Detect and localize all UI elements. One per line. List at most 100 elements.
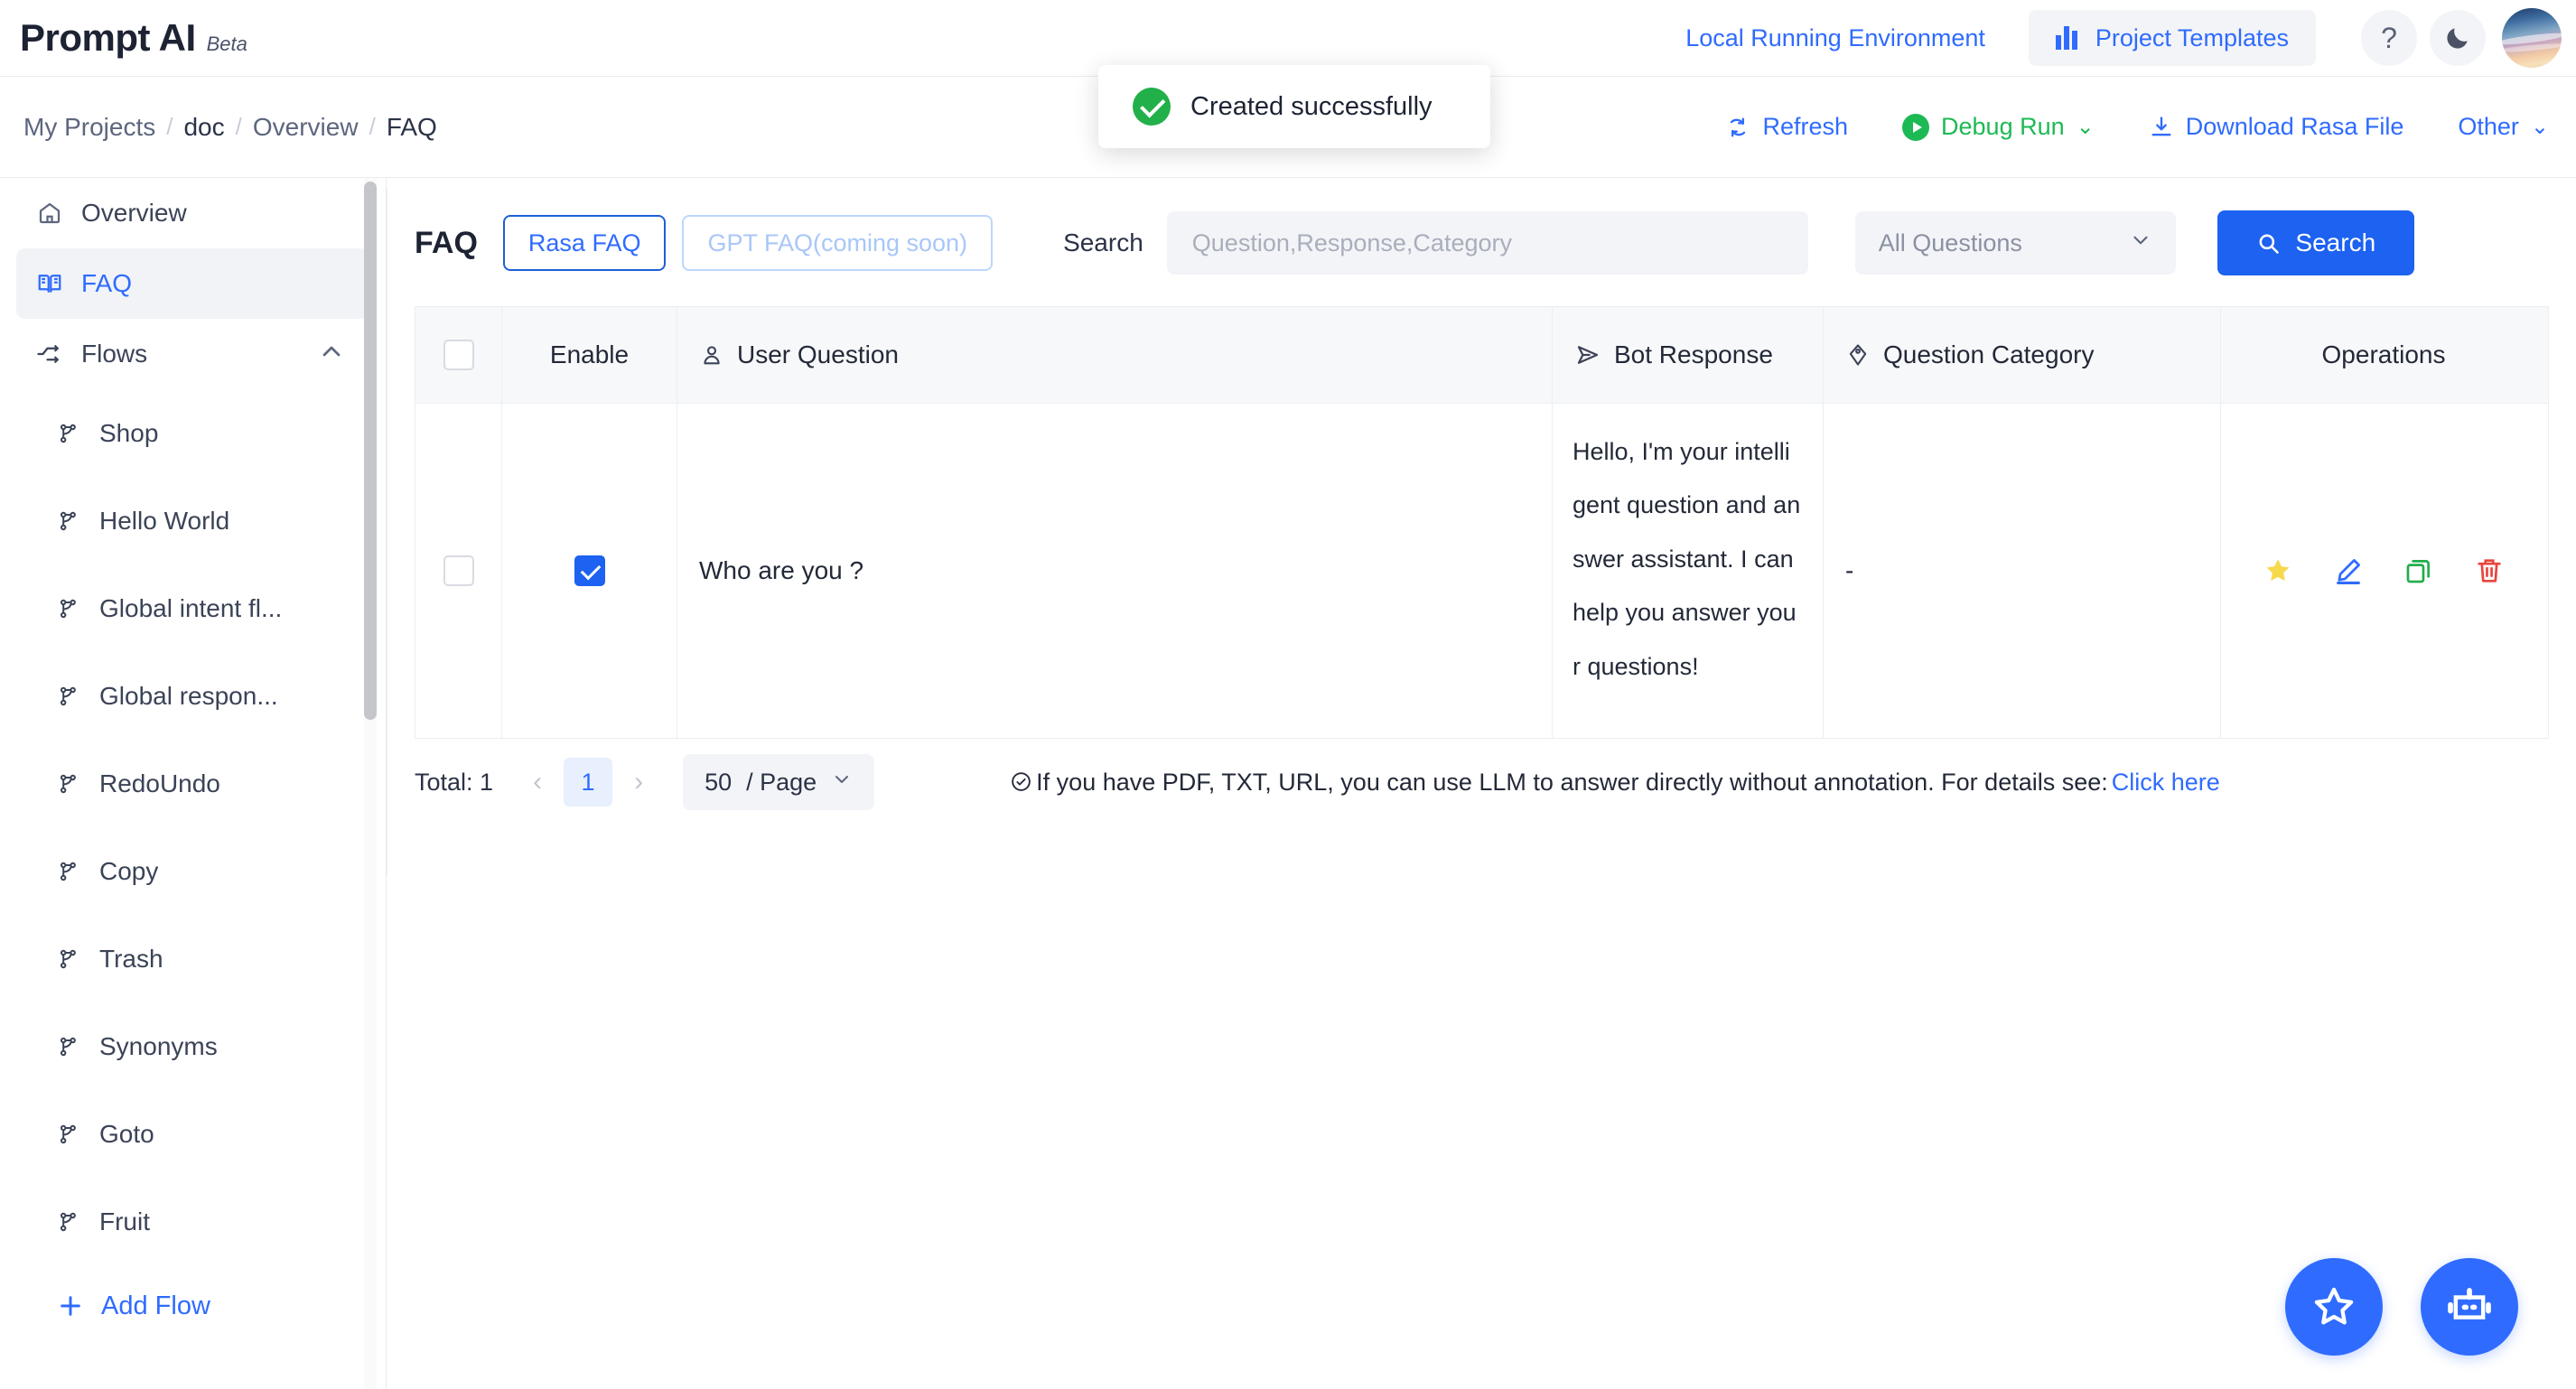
refresh-label: Refresh bbox=[1762, 113, 1849, 140]
prev-page-button[interactable]: ‹ bbox=[517, 761, 558, 803]
sidebar-flow-item[interactable]: Goto bbox=[0, 1090, 386, 1178]
chevron-down-icon: ⌄ bbox=[2076, 114, 2095, 139]
project-templates-button[interactable]: Project Templates bbox=[2028, 10, 2316, 66]
faq-panel: FAQ Rasa FAQ GPT FAQ(coming soon) Search… bbox=[387, 189, 2576, 875]
user-icon bbox=[704, 346, 720, 365]
git-branch-icon bbox=[60, 511, 76, 530]
brand-beta-tag: Beta bbox=[206, 33, 247, 55]
delete-operation-button[interactable] bbox=[2474, 555, 2505, 586]
git-branch-icon bbox=[60, 1124, 76, 1143]
breadcrumb-separator: / bbox=[235, 113, 242, 140]
table-head: Enable User Question Bot Response Questi… bbox=[415, 307, 2548, 404]
sidebar-flow-label: Fruit bbox=[99, 1207, 150, 1235]
breadcrumb: My Projects / doc / Overview / FAQ bbox=[13, 113, 448, 142]
sidebar-scrollbar-thumb[interactable] bbox=[364, 182, 377, 720]
moon-icon bbox=[2447, 28, 2468, 49]
sidebar-flow-item[interactable]: Fruit bbox=[0, 1178, 386, 1265]
copy-operation-button[interactable] bbox=[2403, 555, 2434, 586]
chevron-up-icon[interactable] bbox=[317, 337, 346, 372]
page-toolbar: Refresh Debug Run ⌄ Download Rasa File O… bbox=[1671, 113, 2549, 141]
question-filter-select[interactable]: All Questions bbox=[1854, 211, 2176, 275]
sidebar-flow-item[interactable]: Global respon... bbox=[0, 652, 386, 740]
star-icon bbox=[2266, 559, 2290, 582]
sidebar-flow-item[interactable]: RedoUndo bbox=[0, 740, 386, 827]
download-label: Download Rasa File bbox=[2185, 113, 2404, 140]
copy-icon bbox=[2406, 560, 2430, 583]
breadcrumb-separator: / bbox=[166, 113, 173, 140]
sidebar-flow-item[interactable]: Shop bbox=[0, 389, 386, 477]
home-icon bbox=[39, 202, 61, 224]
column-header-operations: Operations bbox=[2321, 340, 2446, 368]
search-label: Search bbox=[1063, 228, 1143, 256]
total-count: Total: 1 bbox=[415, 768, 494, 796]
debug-run-label: Debug Run bbox=[1941, 113, 2065, 140]
send-icon bbox=[1577, 346, 1599, 364]
row-enable-cell bbox=[502, 404, 677, 738]
row-operations bbox=[2221, 404, 2546, 738]
next-page-button[interactable]: › bbox=[618, 761, 659, 803]
sidebar-flow-label: Global intent fl... bbox=[99, 593, 283, 622]
download-icon bbox=[2151, 116, 2171, 135]
page-size-suffix: / Page bbox=[746, 768, 817, 796]
row-enable-checkbox[interactable] bbox=[574, 555, 605, 586]
breadcrumb-item-doc[interactable]: doc bbox=[173, 113, 235, 142]
llm-hint: If you have PDF, TXT, URL, you can use L… bbox=[1010, 769, 2220, 797]
breadcrumb-item-overview[interactable]: Overview bbox=[242, 113, 369, 142]
star-outline-icon bbox=[2314, 1287, 2354, 1325]
local-environment-link[interactable]: Local Running Environment bbox=[1685, 24, 1985, 52]
debug-run-button[interactable]: Debug Run ⌄ bbox=[1902, 113, 2095, 141]
sidebar-flow-item[interactable]: Synonyms bbox=[0, 1002, 386, 1090]
page-size-select[interactable]: 50 / Page bbox=[683, 754, 875, 810]
git-branch-icon bbox=[60, 686, 76, 705]
chatbot-fab[interactable] bbox=[2421, 1258, 2518, 1356]
select-all-checkbox[interactable] bbox=[443, 340, 474, 370]
refresh-button[interactable]: Refresh bbox=[1725, 113, 1848, 141]
chevron-down-icon: ⌄ bbox=[2530, 114, 2549, 139]
sidebar-flow-item[interactable]: Copy bbox=[0, 827, 386, 915]
success-check-icon bbox=[1133, 88, 1171, 126]
sidebar-item-faq[interactable]: FAQ bbox=[16, 248, 369, 319]
sidebar-flow-item[interactable]: Global intent fl... bbox=[0, 564, 386, 652]
sidebar-flow-item[interactable]: Hello World bbox=[0, 477, 386, 564]
edit-icon bbox=[2337, 559, 2360, 585]
chart-bars-icon bbox=[2055, 26, 2081, 50]
sidebar-flow-label: Hello World bbox=[99, 506, 230, 535]
theme-toggle-button[interactable] bbox=[2430, 10, 2486, 66]
row-question-category: - bbox=[1824, 404, 2221, 738]
column-header-label: Question Category bbox=[1883, 340, 2095, 368]
column-header-label: Bot Response bbox=[1614, 340, 1773, 368]
git-branch-icon bbox=[60, 949, 76, 968]
breadcrumb-separator: / bbox=[369, 113, 376, 140]
sidebar-flow-item[interactable]: Trash bbox=[0, 915, 386, 1002]
header-actions: Local Running Environment Project Templa… bbox=[1685, 8, 2562, 68]
tab-gpt-faq: GPT FAQ(coming soon) bbox=[682, 215, 994, 271]
row-select-checkbox[interactable] bbox=[443, 555, 474, 586]
sidebar-group-flows[interactable]: Flows bbox=[16, 319, 369, 389]
breadcrumb-item-faq[interactable]: FAQ bbox=[376, 113, 448, 142]
llm-hint-link[interactable]: Click here bbox=[2112, 769, 2220, 797]
breadcrumb-item-my-projects[interactable]: My Projects bbox=[13, 113, 166, 142]
tab-rasa-faq[interactable]: Rasa FAQ bbox=[502, 215, 667, 271]
column-header-label: User Question bbox=[737, 340, 899, 368]
download-rasa-file-button[interactable]: Download Rasa File bbox=[2149, 113, 2404, 141]
help-button[interactable]: ? bbox=[2361, 10, 2417, 66]
git-branch-icon bbox=[60, 599, 76, 618]
row-bot-response-text: Hello, I'm your intelligent question and… bbox=[1573, 438, 1801, 680]
search-button[interactable]: Search bbox=[2217, 210, 2414, 275]
user-avatar[interactable] bbox=[2502, 8, 2562, 68]
sidebar-flow-label: Global respon... bbox=[99, 681, 278, 710]
sidebar-flow-label: RedoUndo bbox=[99, 769, 220, 797]
search-input[interactable] bbox=[1166, 211, 1808, 275]
page-number-1[interactable]: 1 bbox=[564, 758, 613, 806]
question-mark-icon: ? bbox=[2381, 21, 2397, 54]
table-body: Who are you ? Hello, I'm your intelligent… bbox=[415, 404, 2548, 739]
brand: Prompt AI Beta bbox=[20, 16, 247, 60]
other-menu-button[interactable]: Other ⌄ bbox=[2458, 113, 2549, 141]
add-flow-button[interactable]: Add Flow bbox=[0, 1265, 386, 1347]
row-bot-response: Hello, I'm your intelligent question and… bbox=[1553, 404, 1824, 738]
star-operation-button[interactable] bbox=[2263, 555, 2293, 586]
sidebar-item-label: FAQ bbox=[81, 269, 133, 297]
favorites-fab[interactable] bbox=[2285, 1258, 2383, 1356]
sidebar-item-overview[interactable]: Overview bbox=[16, 178, 369, 248]
edit-operation-button[interactable] bbox=[2333, 555, 2364, 586]
